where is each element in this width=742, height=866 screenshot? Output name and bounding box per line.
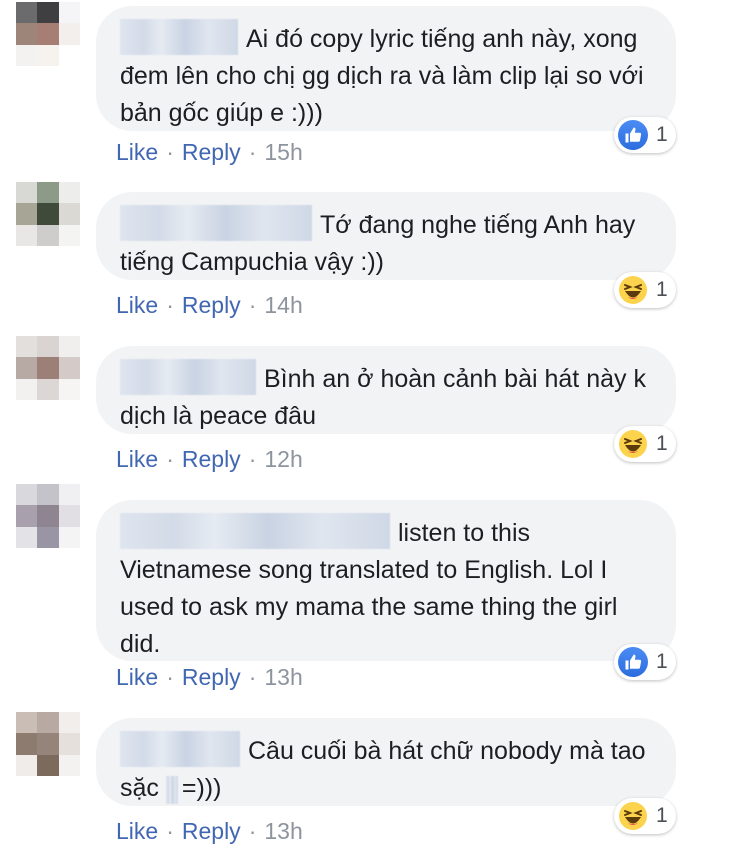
separator: · (248, 292, 257, 318)
reply-link[interactable]: Reply (182, 139, 241, 165)
comment-actions: Like · Reply · 15h (116, 139, 303, 166)
timestamp[interactable]: 12h (264, 446, 302, 472)
comment-bubble: Bình an ở hoàn cảnh bài hát này k dịch l… (96, 346, 676, 434)
like-link[interactable]: Like (116, 139, 158, 165)
separator: · (166, 664, 174, 690)
reaction-summary[interactable]: 1 (614, 272, 676, 308)
comment-actions: Like · Reply · 12h (116, 446, 303, 473)
author-name-blurred[interactable] (120, 359, 256, 396)
comment-text-tail: =))) (181, 774, 222, 803)
reply-link[interactable]: Reply (182, 446, 241, 472)
reply-link[interactable]: Reply (182, 664, 241, 690)
separator: · (166, 818, 174, 844)
avatar[interactable] (16, 182, 80, 246)
comment-bubble: Tớ đang nghe tiếng Anh hay tiếng Campuch… (96, 192, 676, 280)
timestamp[interactable]: 15h (264, 139, 302, 165)
comment-bubble: Ai đó copy lyric tiếng anh này, xong đem… (96, 6, 676, 131)
like-icon (618, 120, 648, 150)
avatar[interactable] (16, 2, 80, 66)
comment-bubble: Câu cuối bà hát chữ nobody mà tao sặc =)… (96, 718, 676, 806)
separator: · (166, 139, 174, 165)
reaction-summary[interactable]: 1 (614, 644, 676, 680)
haha-icon (619, 276, 647, 304)
reply-link[interactable]: Reply (182, 292, 241, 318)
haha-icon (619, 802, 647, 830)
timestamp[interactable]: 13h (264, 818, 302, 844)
author-name-blurred[interactable] (120, 513, 390, 550)
avatar[interactable] (16, 712, 80, 776)
like-link[interactable]: Like (116, 446, 158, 472)
redacted-emoji (165, 775, 178, 804)
reaction-summary[interactable]: 1 (614, 798, 676, 834)
comment-actions: Like · Reply · 13h (116, 818, 303, 845)
reaction-count: 1 (656, 804, 668, 827)
haha-icon (619, 430, 647, 458)
separator: · (248, 446, 257, 472)
author-name-blurred[interactable] (120, 205, 312, 242)
reaction-summary[interactable]: 1 (614, 426, 676, 462)
comment-bubble: listen to this Vietnamese song translate… (96, 500, 676, 661)
separator: · (248, 818, 257, 844)
like-link[interactable]: Like (116, 818, 158, 844)
separator: · (248, 139, 257, 165)
comment-actions: Like · Reply · 13h (116, 664, 303, 691)
author-name-blurred[interactable] (120, 19, 238, 56)
reaction-count: 1 (656, 278, 668, 301)
timestamp[interactable]: 14h (264, 292, 302, 318)
avatar[interactable] (16, 484, 80, 548)
reply-link[interactable]: Reply (182, 818, 241, 844)
timestamp[interactable]: 13h (264, 664, 302, 690)
separator: · (166, 446, 174, 472)
separator: · (166, 292, 174, 318)
reaction-count: 1 (656, 650, 668, 673)
reaction-count: 1 (656, 123, 668, 146)
like-icon (618, 647, 648, 677)
reaction-summary[interactable]: 1 (614, 117, 676, 153)
comment-actions: Like · Reply · 14h (116, 292, 303, 319)
reaction-count: 1 (656, 432, 668, 455)
separator: · (248, 664, 257, 690)
avatar[interactable] (16, 336, 80, 400)
author-name-blurred[interactable] (120, 731, 240, 768)
like-link[interactable]: Like (116, 292, 158, 318)
like-link[interactable]: Like (116, 664, 158, 690)
